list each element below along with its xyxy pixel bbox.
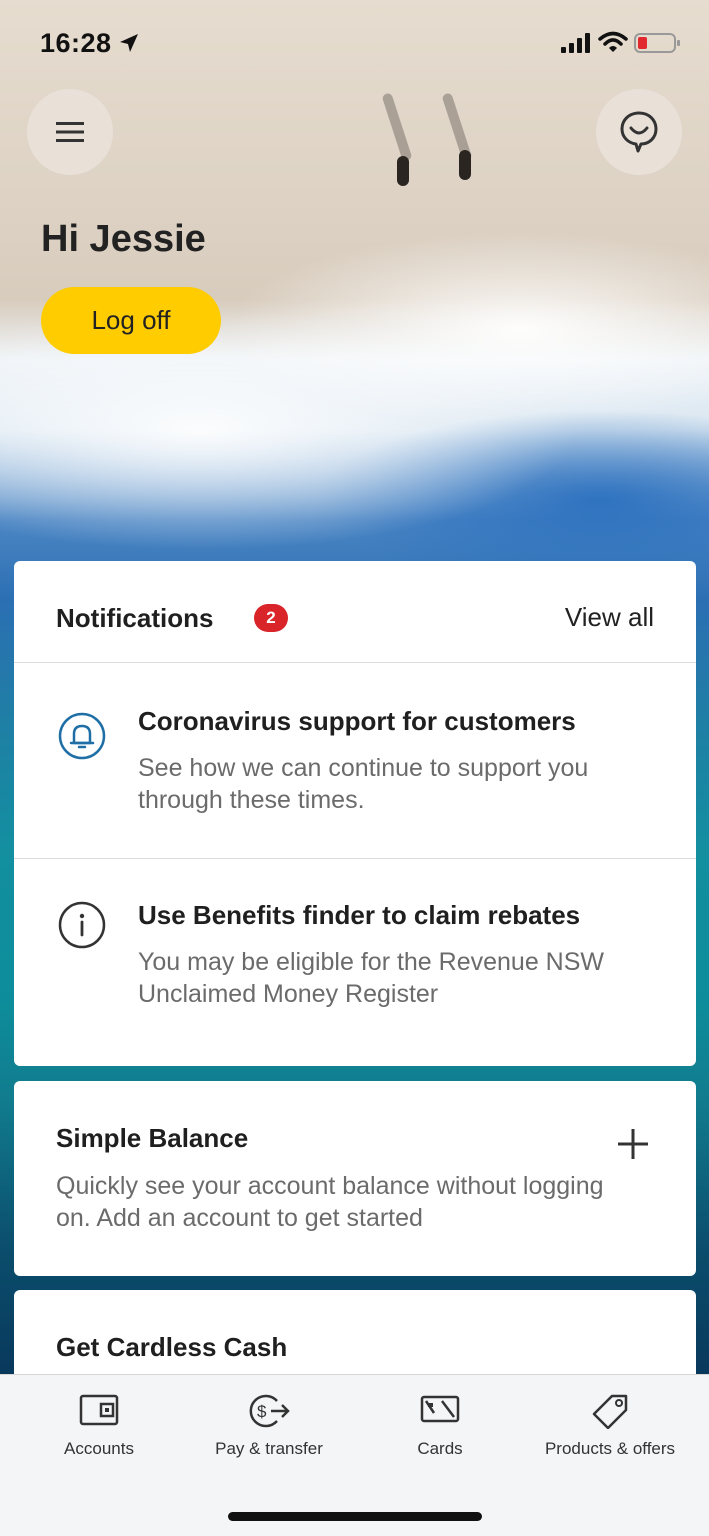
location-arrow-icon	[120, 34, 138, 52]
notification-body: See how we can continue to support you t…	[138, 754, 589, 814]
notification-title: Use Benefits finder to claim rebates	[138, 900, 581, 930]
swimmer-figure	[397, 156, 409, 186]
tab-products-offers[interactable]: Products & offers	[522, 1393, 698, 1473]
notification-item[interactable]: Use Benefits finder to claim rebates You…	[14, 860, 696, 1065]
notification-title: Coronavirus support for customers	[138, 706, 576, 736]
tab-label: Pay & transfer	[215, 1439, 323, 1458]
view-all-link[interactable]: View all	[565, 602, 654, 633]
status-time: 16:28	[40, 28, 112, 58]
card-icon	[420, 1395, 460, 1423]
tab-cards[interactable]: Cards	[352, 1393, 528, 1473]
simple-balance-description: Quickly see your account balance without…	[56, 1172, 604, 1232]
notification-body: You may be eligible for the Revenue NSW …	[138, 948, 605, 1008]
chat-bubble-icon	[620, 111, 658, 153]
hamburger-menu-icon	[56, 122, 84, 142]
menu-button[interactable]	[27, 89, 113, 175]
plus-icon[interactable]	[616, 1127, 650, 1161]
logoff-button[interactable]: Log off	[41, 287, 221, 354]
dollar-transfer-icon: $	[249, 1394, 290, 1428]
tab-label: Accounts	[64, 1439, 134, 1458]
simple-balance-title: Simple Balance	[56, 1123, 249, 1153]
wifi-icon	[598, 31, 628, 52]
bell-icon	[58, 712, 106, 760]
notifications-title: Notifications	[56, 603, 214, 633]
tab-label: Cards	[417, 1439, 463, 1458]
wallet-icon	[79, 1394, 119, 1426]
notifications-card: Notifications 2 View all Coronavirus sup…	[14, 561, 696, 1066]
notification-item[interactable]: Coronavirus support for customers See ho…	[14, 664, 696, 859]
svg-text:$: $	[257, 1402, 267, 1421]
swimmer-figure	[459, 150, 471, 180]
status-bar: 16:28	[0, 0, 709, 88]
greeting-heading: Hi Jessie	[41, 218, 206, 260]
home-indicator	[228, 1512, 482, 1521]
tab-label: Products & offers	[544, 1439, 676, 1458]
signal-icon	[561, 33, 590, 53]
tab-accounts[interactable]: Accounts	[11, 1393, 187, 1473]
swimmer-shadow	[381, 92, 413, 162]
notifications-header: Notifications 2 View all	[14, 561, 696, 663]
chat-button[interactable]	[596, 89, 682, 175]
simple-balance-card[interactable]: Simple Balance Quickly see your account …	[14, 1081, 696, 1276]
tab-pay-transfer[interactable]: $ Pay & transfer	[181, 1393, 357, 1473]
info-icon	[58, 901, 106, 949]
cardless-cash-title: Get Cardless Cash	[56, 1332, 288, 1362]
notification-count-badge: 2	[254, 604, 288, 632]
battery-low-icon	[634, 33, 680, 53]
tag-icon	[592, 1394, 628, 1429]
